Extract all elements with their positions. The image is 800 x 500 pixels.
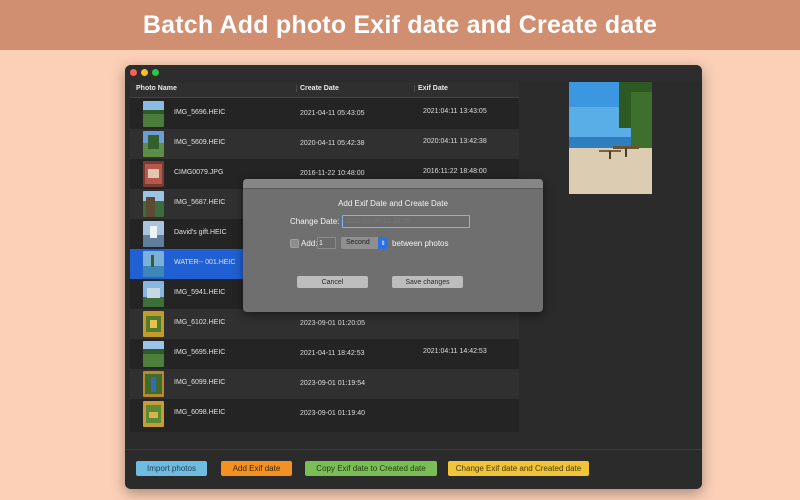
- create-date: 2023-09-01 01:19:40: [300, 410, 365, 417]
- action-bar: Import photos Add Exif date Copy Exif da…: [125, 449, 702, 489]
- photo-thumbnail: [143, 191, 164, 217]
- photo-thumbnail: [143, 281, 164, 307]
- zoom-window-button[interactable]: [152, 69, 159, 76]
- table-row[interactable]: IMG_5609.HEIC 2020-04-11 05:42:38 2020:0…: [130, 129, 519, 159]
- photo-name: IMG_6099.HEIC: [174, 379, 226, 386]
- column-header-photo-name[interactable]: Photo Name: [136, 85, 177, 92]
- photo-thumbnail: [143, 131, 164, 157]
- change-exif-and-created-button[interactable]: Change Exif date and Created date: [448, 461, 589, 476]
- photo-name: IMG_5609.HEIC: [174, 139, 226, 146]
- change-date-input[interactable]: [342, 215, 470, 228]
- add-amount-input[interactable]: [317, 237, 336, 249]
- create-date: 2021-04-11 05:43:05: [300, 110, 365, 117]
- create-date: 2021-04-11 18:42:53: [300, 350, 365, 357]
- table-row[interactable]: IMG_5695.HEIC 2021-04-11 18:42:53 2021:0…: [130, 339, 519, 369]
- save-changes-button[interactable]: Save changes: [392, 276, 463, 288]
- table-row[interactable]: IMG_5696.HEIC 2021-04-11 05:43:05 2021:0…: [130, 99, 519, 129]
- photo-name: IMG_5941.HEIC: [174, 289, 226, 296]
- title-bar: [125, 65, 702, 81]
- exif-date: 2016:11:22 18:48:00: [423, 168, 487, 175]
- create-date: 2020-04-11 05:42:38: [300, 140, 365, 147]
- add-checkbox[interactable]: [290, 239, 299, 248]
- table-row[interactable]: IMG_6099.HEIC 2023-09-01 01:19:54: [130, 369, 519, 399]
- chevron-updown-icon: ⇕: [378, 237, 388, 249]
- table-header: Photo Name Create Date Exif Date: [130, 82, 519, 98]
- exif-date: 2021:04:11 14:42:53: [423, 348, 487, 355]
- dialog-header-bar: [243, 179, 543, 189]
- photo-name: IMG_6102.HEIC: [174, 319, 226, 326]
- add-label: Add:: [301, 239, 318, 248]
- photo-name: WATER-- 001.HEIC: [174, 259, 236, 266]
- photo-thumbnail: [143, 221, 164, 247]
- table-row[interactable]: IMG_6102.HEIC 2023-09-01 01:20:05: [130, 309, 519, 339]
- between-photos-label: between photos: [392, 239, 449, 248]
- photo-thumbnail: [143, 251, 164, 277]
- copy-exif-to-created-button[interactable]: Copy Exif date to Created date: [305, 461, 437, 476]
- exif-date: 2020:04:11 13:42:38: [423, 138, 487, 145]
- photo-name: IMG_5696.HEIC: [174, 109, 226, 116]
- photo-thumbnail: [143, 101, 164, 127]
- time-unit-select[interactable]: Second ⇕: [341, 237, 388, 249]
- photo-name: David's gift.HEIC: [174, 229, 227, 236]
- close-window-button[interactable]: [130, 69, 137, 76]
- create-date: 2023-09-01 01:19:54: [300, 380, 365, 387]
- photo-thumbnail: [143, 161, 164, 187]
- cancel-button[interactable]: Cancel: [297, 276, 368, 288]
- banner: Batch Add photo Exif date and Create dat…: [0, 0, 800, 50]
- change-date-label: Change Date:: [290, 217, 340, 226]
- import-photos-button[interactable]: Import photos: [136, 461, 207, 476]
- photo-thumbnail: [143, 311, 164, 337]
- photo-thumbnail: [143, 401, 164, 427]
- minimize-window-button[interactable]: [141, 69, 148, 76]
- dialog-title: Add Exif Date and Create Date: [338, 199, 448, 208]
- photo-name: CIMG0079.JPG: [174, 169, 224, 176]
- column-header-exif-date[interactable]: Exif Date: [414, 85, 448, 92]
- photo-thumbnail: [143, 371, 164, 397]
- create-date: 2016-11-22 10:48:00: [300, 170, 365, 177]
- time-unit-value: Second: [346, 239, 370, 246]
- banner-title: Batch Add photo Exif date and Create dat…: [142, 10, 658, 39]
- create-date: 2023-09-01 01:20:05: [300, 320, 365, 327]
- photo-thumbnail: [143, 341, 164, 367]
- photo-name: IMG_5695.HEIC: [174, 349, 226, 356]
- photo-name: IMG_6098.HEIC: [174, 409, 226, 416]
- table-row[interactable]: IMG_6098.HEIC 2023-09-01 01:19:40: [130, 399, 519, 429]
- add-exif-date-button[interactable]: Add Exif date: [221, 461, 292, 476]
- photo-preview: [569, 82, 652, 194]
- add-date-dialog: Add Exif Date and Create Date Change Dat…: [243, 179, 543, 312]
- photo-name: IMG_5687.HEIC: [174, 199, 226, 206]
- exif-date: 2021:04:11 13:43:05: [423, 108, 487, 115]
- column-header-create-date[interactable]: Create Date: [296, 85, 339, 92]
